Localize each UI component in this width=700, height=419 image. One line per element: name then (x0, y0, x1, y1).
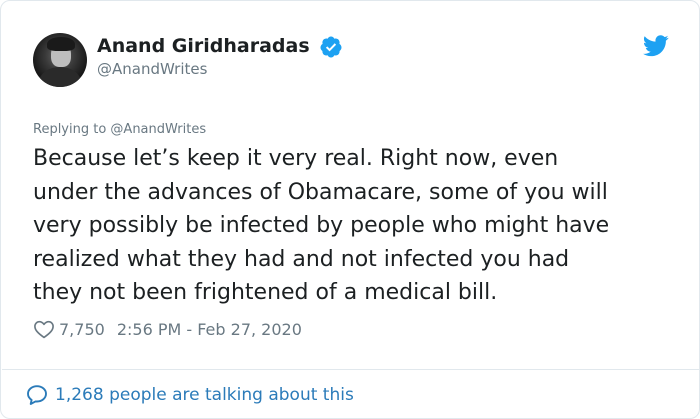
embedded-tweet-card: Anand Giridharadas @AnandWrites Replying… (0, 0, 700, 419)
author-name[interactable]: Anand Giridharadas (97, 35, 310, 57)
avatar-hair (47, 37, 75, 51)
tweet-line: they not been frightened of a medical bi… (33, 280, 498, 305)
heart-outline-icon[interactable] (33, 319, 55, 339)
tweet-text: Because let’s keep it very real. Right n… (33, 142, 683, 310)
conversation-link[interactable]: 1,268 people are talking about this (25, 383, 354, 407)
tweet-timestamp[interactable]: 2:56 PM - Feb 27, 2020 (117, 320, 302, 339)
verified-badge-icon (320, 36, 342, 58)
like-count[interactable]: 7,750 (59, 320, 105, 339)
twitter-bird-icon[interactable] (643, 35, 669, 57)
tweet-line: realized what they had and not infected … (33, 246, 570, 272)
tweet-line: Because let’s keep it very real. Right n… (33, 146, 559, 171)
avatar-shoulders (39, 67, 81, 87)
conversation-link-label[interactable]: 1,268 people are talking about this (55, 385, 354, 405)
author-handle[interactable]: @AnandWrites (97, 60, 207, 78)
tweet-line: very possibly be infected by people who … (33, 213, 610, 238)
tweet-meta: 7,750 2:56 PM - Feb 27, 2020 (33, 319, 302, 339)
speech-bubble-icon (27, 385, 47, 405)
divider (2, 369, 700, 370)
tweet-line: under the advances of Obamacare, some of… (33, 179, 608, 205)
reply-context[interactable]: Replying to @AnandWrites (33, 122, 206, 137)
avatar[interactable] (33, 33, 87, 87)
